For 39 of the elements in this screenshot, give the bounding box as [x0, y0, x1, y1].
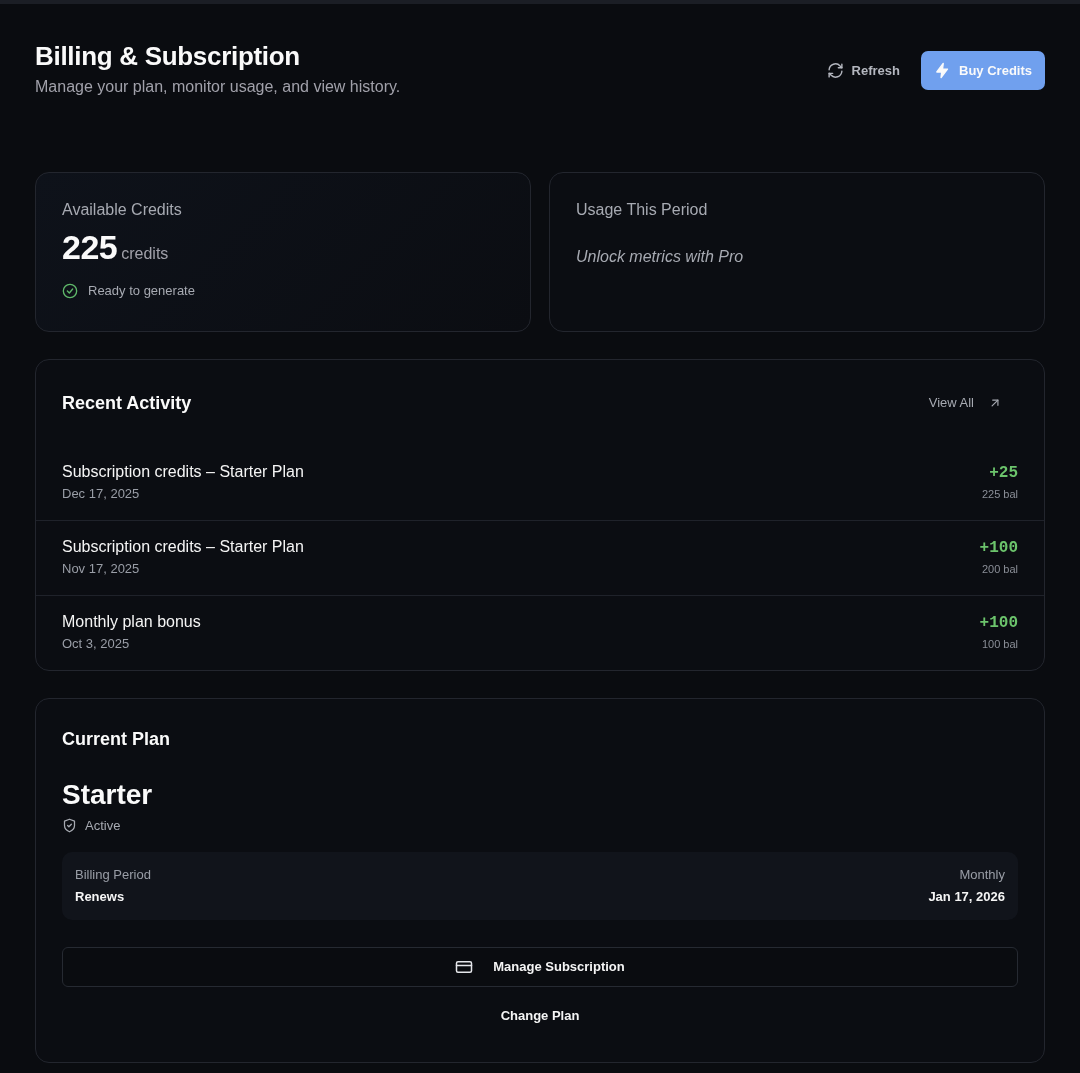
detail-value: Renews [75, 888, 126, 906]
detail-value: Jan 17, 2026 [928, 888, 1005, 906]
detail-label: Billing Period [75, 866, 151, 884]
page-title: Billing & Subscription [35, 40, 301, 72]
refresh-icon [826, 62, 844, 79]
card-title: Available Credits [62, 200, 183, 220]
credit-amount: +25 [988, 462, 1018, 484]
usage-note: Unlock metrics with Pro [576, 247, 745, 267]
credit-amount: +100 [979, 612, 1018, 634]
balance-text: 200 bal [980, 561, 1018, 577]
credits-unit: credits [121, 244, 169, 264]
credit-card-icon [455, 958, 474, 976]
credits-status: Ready to generate [88, 282, 195, 300]
activity-date: Oct 3, 2025 [62, 634, 131, 653]
activity-date: Nov 17, 2025 [62, 559, 141, 578]
balance-text: 225 bal [981, 486, 1018, 502]
credit-amount: +100 [979, 537, 1018, 559]
detail-label: Monthly [958, 866, 1005, 884]
activity-row[interactable]: Monthly plan bonus Oct 3, 2025 +100 100 bal [36, 594, 1044, 670]
card-title: Usage This Period [576, 200, 709, 220]
plan-status: Active [85, 816, 121, 835]
credits-amount: 225 [62, 227, 118, 267]
view-all-link[interactable]: View All [920, 389, 1010, 417]
activity-title: Subscription credits – Starter Plan [62, 461, 304, 482]
activity-date: Dec 17, 2025 [62, 484, 141, 503]
refresh-button[interactable]: Refresh [813, 51, 914, 90]
activity-title: Monthly plan bonus [62, 611, 201, 632]
activity-row[interactable]: Subscription credits – Starter Plan Dec 17, 2025 +25 225 bal [36, 445, 1044, 520]
activity-row[interactable]: Subscription credits – Starter Plan Nov 17, 2025 +100 200 bal [36, 519, 1044, 595]
section-title: Current Plan [62, 727, 172, 750]
check-circle-icon [62, 282, 78, 299]
balance-text: 100 bal [980, 636, 1018, 652]
plan-name: Starter [62, 777, 154, 812]
shield-check-icon [62, 817, 77, 833]
manage-subscription-button[interactable]: Manage Subscription [62, 947, 1018, 987]
section-title: Recent Activity [62, 391, 192, 414]
page-subtitle: Manage your plan, monitor usage, and view history. [35, 77, 401, 97]
change-plan-button[interactable]: Change Plan [62, 996, 1018, 1036]
activity-title: Subscription credits – Starter Plan [62, 536, 304, 557]
